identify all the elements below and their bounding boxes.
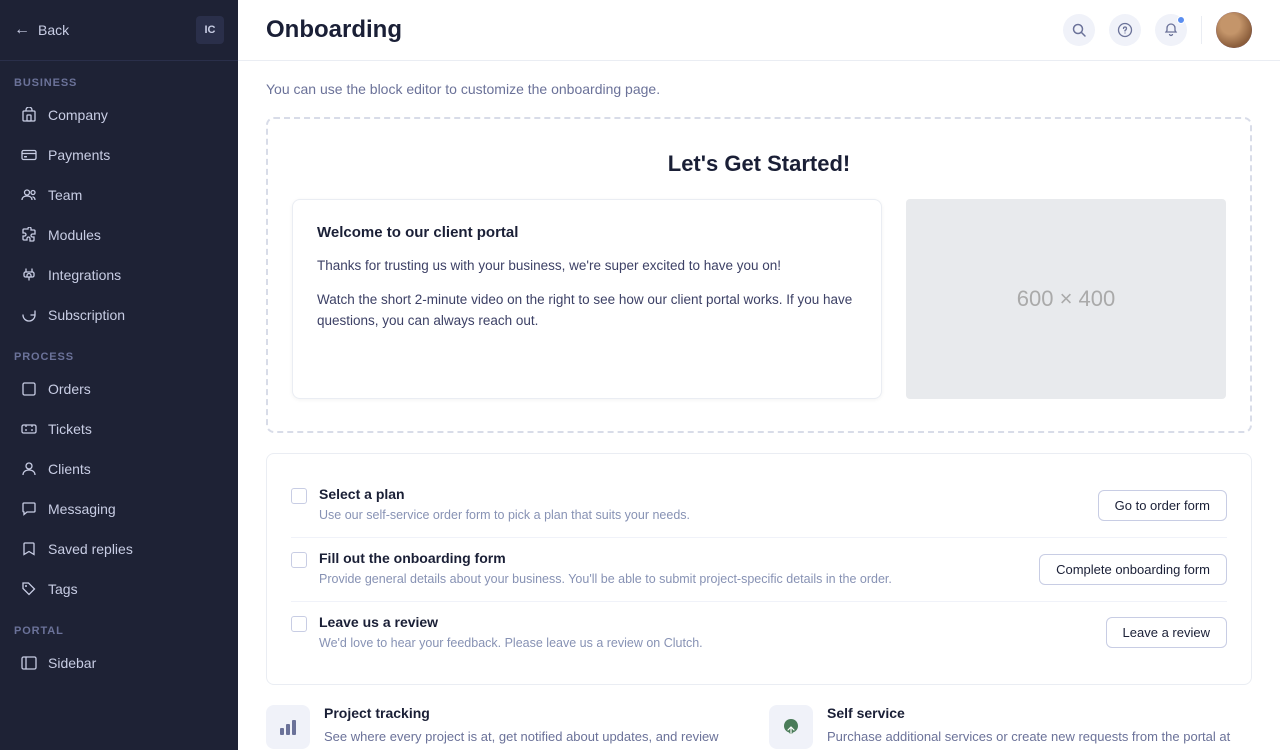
welcome-card-title: Welcome to our client portal [317, 224, 857, 241]
sidebar-item-label: Messaging [48, 501, 116, 517]
welcome-card-p1: Thanks for trusting us with your busines… [317, 255, 857, 277]
sidebar-item-label: Tags [48, 581, 78, 597]
topbar-actions [1063, 12, 1252, 48]
puzzle-icon [20, 226, 38, 244]
checklist-desc-fill-onboarding: Provide general details about your busin… [319, 570, 892, 589]
welcome-card-p2: Watch the short 2-minute video on the ri… [317, 289, 857, 332]
section-label-portal: PORTAL [0, 609, 238, 643]
sidebar-icon [20, 654, 38, 672]
checklist-card: Select a plan Use our self-service order… [266, 453, 1252, 685]
back-arrow-icon: ← [14, 21, 30, 39]
sidebar-item-label: Subscription [48, 307, 125, 323]
sidebar-item-company[interactable]: Company [6, 96, 232, 134]
notification-dot [1177, 16, 1185, 24]
checklist-desc-select-plan: Use our self-service order form to pick … [319, 506, 690, 525]
page-subtitle: You can use the block editor to customiz… [266, 81, 1252, 97]
sidebar-item-team[interactable]: Team [6, 176, 232, 214]
square-icon [20, 380, 38, 398]
tag-icon [20, 580, 38, 598]
checklist-title-select-plan: Select a plan [319, 486, 690, 502]
section-heading: Let's Get Started! [292, 151, 1226, 177]
notifications-button[interactable] [1155, 14, 1187, 46]
checkbox-fill-onboarding[interactable] [291, 552, 307, 568]
sidebar-item-label: Integrations [48, 267, 121, 283]
sidebar-item-label: Orders [48, 381, 91, 397]
credit-card-icon [20, 146, 38, 164]
sidebar-item-label: Payments [48, 147, 110, 163]
back-button[interactable]: ← Back [14, 21, 69, 39]
welcome-section: Let's Get Started! Welcome to our client… [266, 117, 1252, 433]
checklist-title-leave-review: Leave us a review [319, 614, 703, 630]
sidebar-item-sidebar[interactable]: Sidebar [6, 644, 232, 682]
page-title: Onboarding [266, 16, 402, 44]
sidebar-item-label: Clients [48, 461, 91, 477]
sidebar-item-label: Team [48, 187, 82, 203]
main-content: Onboarding You can use the block editor … [238, 0, 1280, 750]
sidebar-item-payments[interactable]: Payments [6, 136, 232, 174]
video-placeholder: 600 × 400 [906, 199, 1226, 399]
refresh-icon [20, 306, 38, 324]
checkbox-select-plan[interactable] [291, 488, 307, 504]
sidebar-item-tags[interactable]: Tags [6, 570, 232, 608]
sidebar-item-clients[interactable]: Clients [6, 450, 232, 488]
checklist-item-select-plan: Select a plan Use our self-service order… [291, 474, 1227, 538]
leaf-icon [769, 705, 813, 749]
topbar: Onboarding [238, 0, 1280, 61]
chat-icon [20, 500, 38, 518]
feature-project-tracking: Project tracking See where every project… [266, 705, 749, 750]
feature-desc-project-tracking: See where every project is at, get notif… [324, 727, 749, 750]
checklist-title-fill-onboarding: Fill out the onboarding form [319, 550, 892, 566]
search-button[interactable] [1063, 14, 1095, 46]
avatar[interactable] [1216, 12, 1252, 48]
sidebar-item-tickets[interactable]: Tickets [6, 410, 232, 448]
chart-icon [266, 705, 310, 749]
leave-review-button[interactable]: Leave a review [1106, 617, 1227, 648]
checklist-item-leave-review: Leave us a review We'd love to hear your… [291, 602, 1227, 665]
sidebar-item-modules[interactable]: Modules [6, 216, 232, 254]
plug-icon [20, 266, 38, 284]
sidebar-item-label: Tickets [48, 421, 92, 437]
help-button[interactable] [1109, 14, 1141, 46]
back-label: Back [38, 22, 69, 38]
features-row: Project tracking See where every project… [266, 705, 1252, 750]
sidebar-header: ← Back IC [0, 0, 238, 61]
feature-title-project-tracking: Project tracking [324, 705, 749, 721]
ticket-icon [20, 420, 38, 438]
go-to-order-form-button[interactable]: Go to order form [1098, 490, 1227, 521]
sidebar-item-label: Saved replies [48, 541, 133, 557]
complete-onboarding-form-button[interactable]: Complete onboarding form [1039, 554, 1227, 585]
section-label-business: BUSINESS [0, 61, 238, 95]
sidebar-item-messaging[interactable]: Messaging [6, 490, 232, 528]
sidebar-item-saved-replies[interactable]: Saved replies [6, 530, 232, 568]
users-icon [20, 186, 38, 204]
sidebar-item-orders[interactable]: Orders [6, 370, 232, 408]
feature-desc-self-service: Purchase additional services or create n… [827, 727, 1252, 750]
sidebar-item-label: Modules [48, 227, 101, 243]
sidebar-item-integrations[interactable]: Integrations [6, 256, 232, 294]
sidebar: ← Back IC BUSINESS Company Payments Team… [0, 0, 238, 750]
ic-icon[interactable]: IC [196, 16, 224, 44]
sidebar-item-label: Company [48, 107, 108, 123]
sidebar-item-label: Sidebar [48, 655, 96, 671]
checklist-desc-leave-review: We'd love to hear your feedback. Please … [319, 634, 703, 653]
sidebar-item-subscription[interactable]: Subscription [6, 296, 232, 334]
feature-self-service: Self service Purchase additional service… [769, 705, 1252, 750]
content-area: You can use the block editor to customiz… [238, 61, 1280, 750]
checkbox-leave-review[interactable] [291, 616, 307, 632]
topbar-divider [1201, 16, 1202, 44]
person-icon [20, 460, 38, 478]
feature-title-self-service: Self service [827, 705, 1252, 721]
section-label-process: PROCESS [0, 335, 238, 369]
checklist-item-fill-onboarding: Fill out the onboarding form Provide gen… [291, 538, 1227, 602]
building-icon [20, 106, 38, 124]
welcome-card: Welcome to our client portal Thanks for … [292, 199, 882, 399]
bookmark-icon [20, 540, 38, 558]
avatar-image [1216, 12, 1252, 48]
